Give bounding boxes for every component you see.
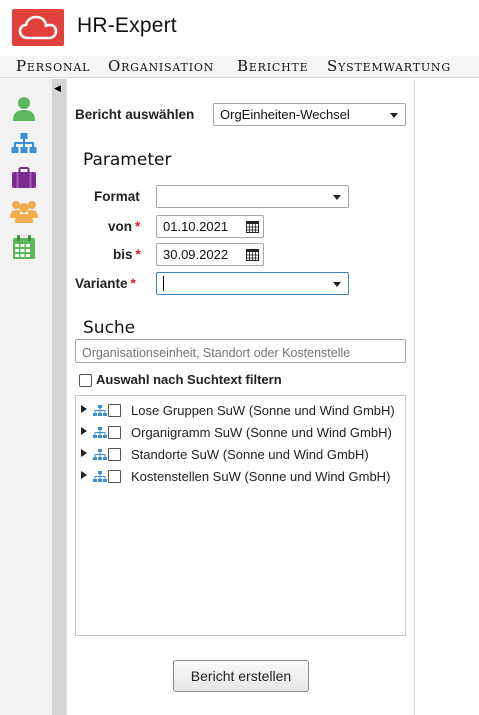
report-select-label: Bericht auswählen [75,107,195,122]
org-tree-icon[interactable] [10,130,38,158]
required-marker: * [135,219,141,234]
text-cursor [163,276,164,291]
person-icon[interactable] [10,95,38,123]
tree-item-checkbox[interactable] [108,470,121,483]
report-select[interactable]: OrgEinheiten-Wechsel [213,103,406,126]
tree-item-checkbox[interactable] [108,426,121,439]
cloud-logo-icon[interactable] [12,9,64,46]
app-header: HR-Expert [0,0,479,56]
menu-item-berichte[interactable]: Berichte [237,57,308,75]
expand-arrow-icon[interactable] [81,427,87,435]
create-report-button[interactable]: Bericht erstellen [173,660,309,692]
chevron-down-icon [390,113,398,118]
tree-item-label[interactable]: Kostenstellen SuW (Sonne und Wind GmbH) [131,469,390,484]
group-icon[interactable] [10,197,38,225]
tree-row: Kostenstellen SuW (Sonne und Wind GmbH) [76,467,405,487]
sidebar-rail [0,79,52,715]
main-menu: Personal Organisation Berichte Systemwar… [0,56,479,78]
briefcase-icon[interactable] [10,164,38,192]
expand-arrow-icon[interactable] [81,471,87,479]
collapse-left-icon[interactable]: ◀ [54,84,61,94]
required-marker: * [130,276,136,291]
von-date-input[interactable]: 01.10.2021 [156,215,264,238]
menu-item-personal[interactable]: Personal [16,57,90,75]
format-select[interactable] [156,185,349,208]
parameter-title: Parameter [83,150,172,170]
org-unit-icon [93,405,107,416]
tree-item-checkbox[interactable] [108,404,121,417]
report-select-value: OrgEinheiten-Wechsel [220,107,350,122]
tree-row: Lose Gruppen SuW (Sonne und Wind GmbH) [76,401,405,421]
search-input[interactable] [75,339,406,363]
menu-item-systemwartung[interactable]: Systemwartung [327,57,451,75]
bis-label: bis * [113,247,141,262]
von-label-text: von [108,219,133,234]
tree-row: Standorte SuW (Sonne und Wind GmbH) [76,445,405,465]
calendar-picker-icon[interactable] [241,216,263,237]
org-tree: Lose Gruppen SuW (Sonne und Wind GmbH) O… [75,395,406,636]
tree-item-checkbox[interactable] [108,448,121,461]
variante-select[interactable] [156,272,349,295]
tree-row: Organigramm SuW (Sonne und Wind GmbH) [76,423,405,443]
expand-arrow-icon[interactable] [81,449,87,457]
app-title: HR-Expert [77,14,177,37]
tree-item-label[interactable]: Standorte SuW (Sonne und Wind GmbH) [131,447,369,462]
org-unit-icon [93,427,107,438]
org-unit-icon [93,471,107,482]
tree-item-label[interactable]: Lose Gruppen SuW (Sonne und Wind GmbH) [131,403,395,418]
org-unit-icon [93,449,107,460]
bis-date-value: 30.09.2022 [163,247,229,262]
filter-checkbox[interactable] [79,374,92,387]
von-label: von * [108,219,140,234]
bis-date-input[interactable]: 30.09.2022 [156,243,264,266]
panel-collapse-strip[interactable] [52,79,66,715]
chevron-down-icon [333,282,341,287]
von-date-value: 01.10.2021 [163,219,229,234]
expand-arrow-icon[interactable] [81,405,87,413]
filter-checkbox-label: Auswahl nach Suchtext filtern [96,372,282,387]
bis-label-text: bis [113,247,133,262]
format-label: Format [94,189,140,204]
chevron-down-icon [333,195,341,200]
calendar-icon[interactable] [10,233,38,261]
menu-item-organisation[interactable]: Organisation [108,57,214,75]
variante-label: Variante * [75,276,136,291]
tree-item-label[interactable]: Organigramm SuW (Sonne und Wind GmbH) [131,425,392,440]
calendar-picker-icon[interactable] [241,244,263,265]
variante-label-text: Variante [75,276,128,291]
search-title: Suche [83,318,136,338]
required-marker: * [135,247,141,262]
